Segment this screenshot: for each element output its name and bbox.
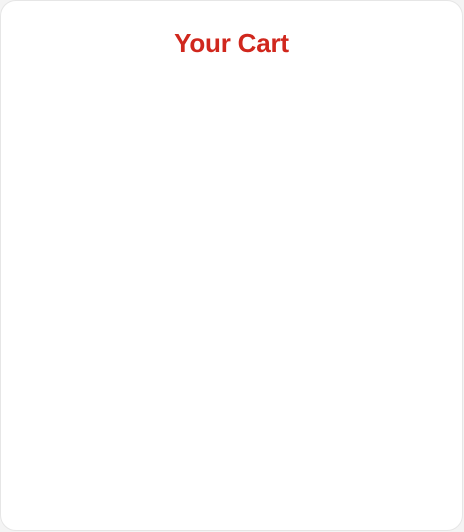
cart-items-list xyxy=(1,71,462,530)
cart-title: Your Cart xyxy=(174,28,289,58)
cart-panel: Your Cart xyxy=(0,0,463,531)
